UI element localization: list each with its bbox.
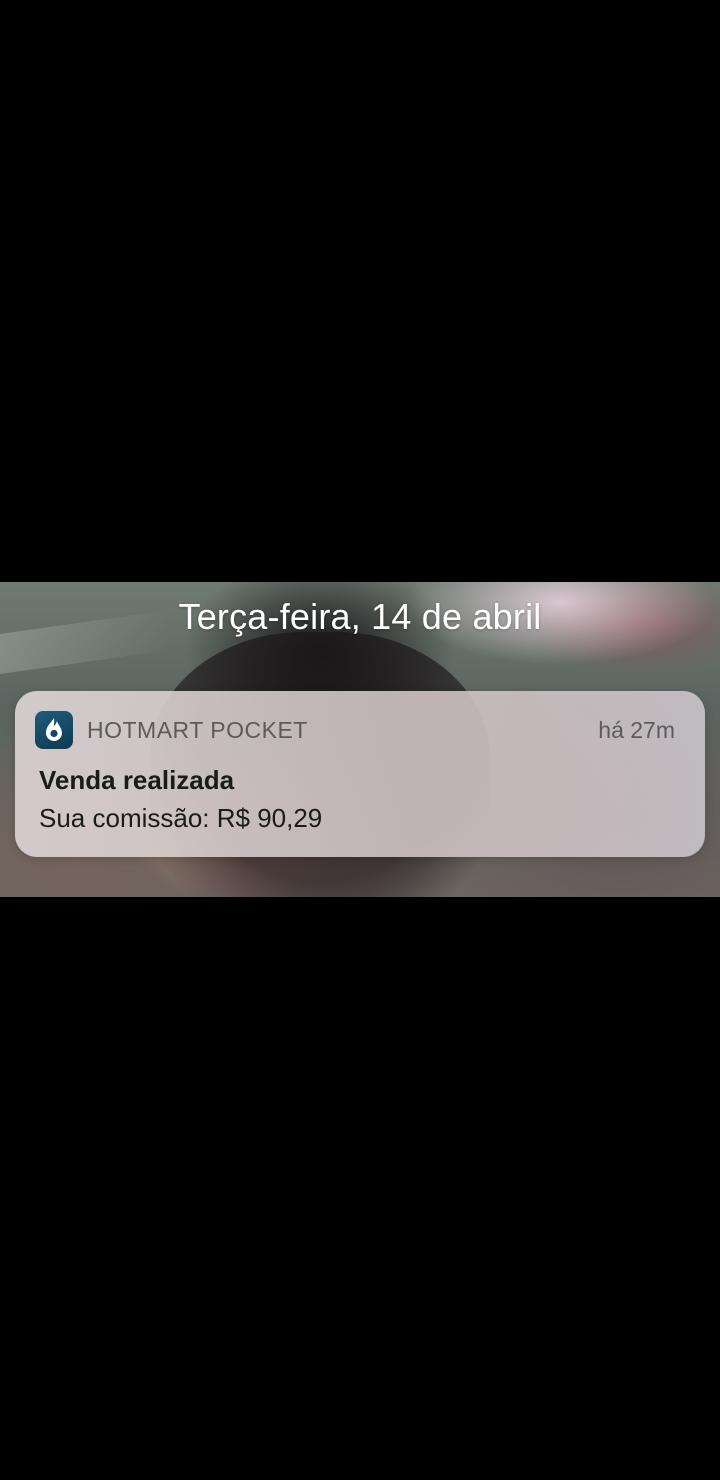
lock-screen-date: Terça-feira, 14 de abril [178,596,542,637]
notification-header: HOTMART POCKET há 27m [35,710,675,750]
screen: Terça-feira, 14 de abril HOTMART POCKET … [0,0,720,1480]
lock-screen: Terça-feira, 14 de abril HOTMART POCKET … [0,582,720,897]
flame-glyph [46,718,62,741]
hotmart-flame-icon [35,711,73,749]
notification-title: Venda realizada [39,765,235,795]
notification-body: Sua comissão: R$ 90,29 [39,803,323,833]
notification-app-name: HOTMART POCKET [87,716,308,743]
notification-timestamp: há 27m [598,716,675,743]
notification-card[interactable]: HOTMART POCKET há 27m Venda realizada Su… [15,691,705,857]
